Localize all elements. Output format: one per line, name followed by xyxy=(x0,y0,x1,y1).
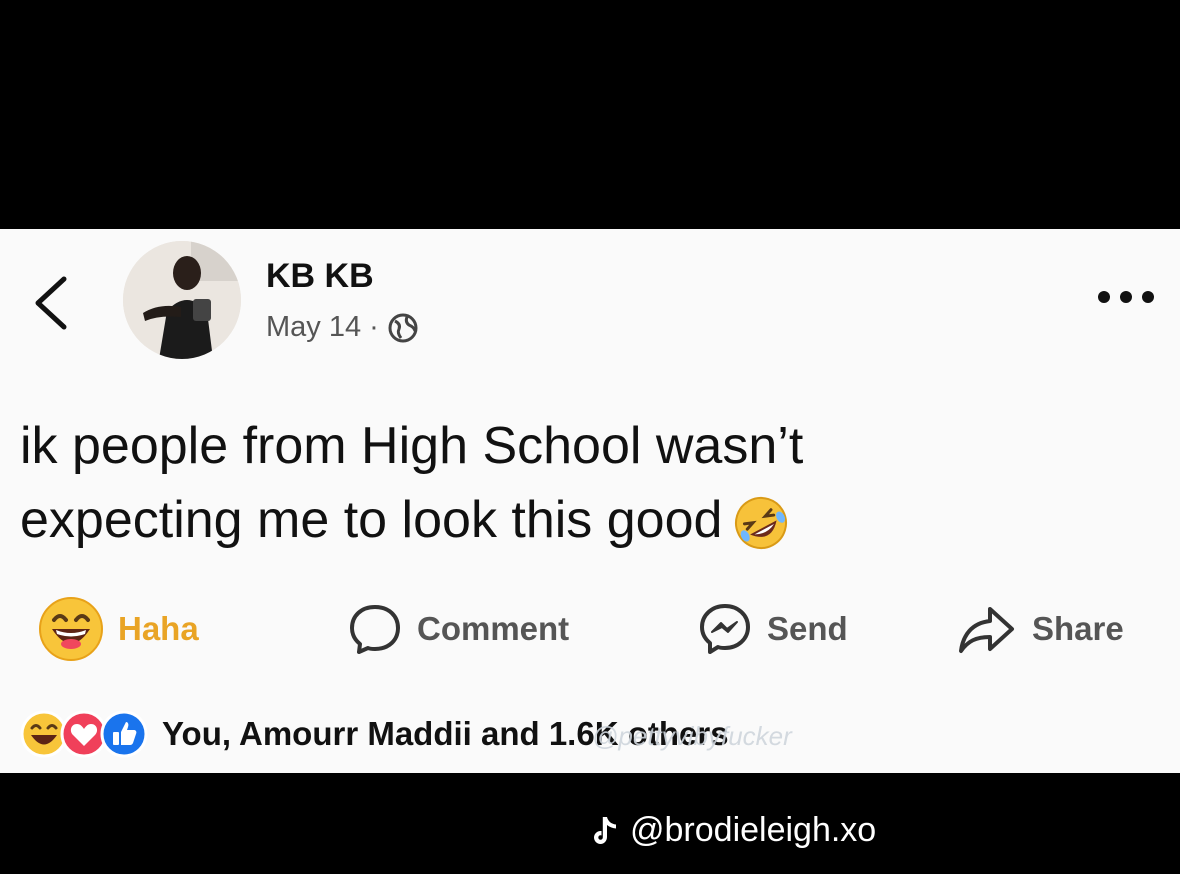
more-options-button[interactable] xyxy=(1098,285,1154,309)
comment-button[interactable]: Comment xyxy=(347,594,569,664)
send-label: Send xyxy=(767,610,848,647)
top-black-bar xyxy=(0,0,1180,229)
post-card: KB KB May 14 · ik people from High Schoo… xyxy=(0,229,1180,773)
avatar[interactable] xyxy=(123,241,241,359)
chevron-left-icon xyxy=(35,276,67,330)
dot-icon xyxy=(1120,291,1132,303)
share-label: Share xyxy=(1032,610,1124,647)
back-button[interactable] xyxy=(30,271,74,335)
author-name[interactable]: KB KB xyxy=(266,257,374,296)
globe-icon xyxy=(388,313,418,342)
bottom-black-bar: @brodieleigh.xo xyxy=(0,773,1180,874)
post-text: ik people from High School wasn’t expect… xyxy=(20,409,1020,557)
rolling-on-floor-laughing-emoji xyxy=(735,497,788,550)
share-arrow-icon xyxy=(959,607,1014,653)
tiktok-icon xyxy=(594,816,616,844)
send-button[interactable]: Send xyxy=(697,594,848,664)
like-reaction-icon xyxy=(100,710,148,758)
action-bar: Haha Comment Send Share xyxy=(0,594,1180,664)
tiktok-credit: @brodieleigh.xo xyxy=(592,811,876,850)
haha-emoji-icon xyxy=(39,597,103,661)
share-button[interactable]: Share xyxy=(956,594,1124,664)
post-meta: May 14 · xyxy=(266,311,419,344)
messenger-icon xyxy=(700,604,750,654)
post-date[interactable]: May 14 xyxy=(266,311,361,344)
dot-icon xyxy=(1098,291,1110,303)
dot-icon xyxy=(1142,291,1154,303)
watermark: @pettyvibyfucker xyxy=(592,721,792,751)
meta-separator: · xyxy=(369,311,379,343)
comment-icon xyxy=(350,605,400,654)
comment-label: Comment xyxy=(417,610,570,647)
post-text-body: ik people from High School wasn’t expect… xyxy=(20,417,804,549)
haha-button[interactable]: Haha xyxy=(38,594,199,664)
tiktok-handle: @brodieleigh.xo xyxy=(630,811,877,849)
avatar-image xyxy=(123,241,241,359)
haha-label: Haha xyxy=(118,610,199,647)
